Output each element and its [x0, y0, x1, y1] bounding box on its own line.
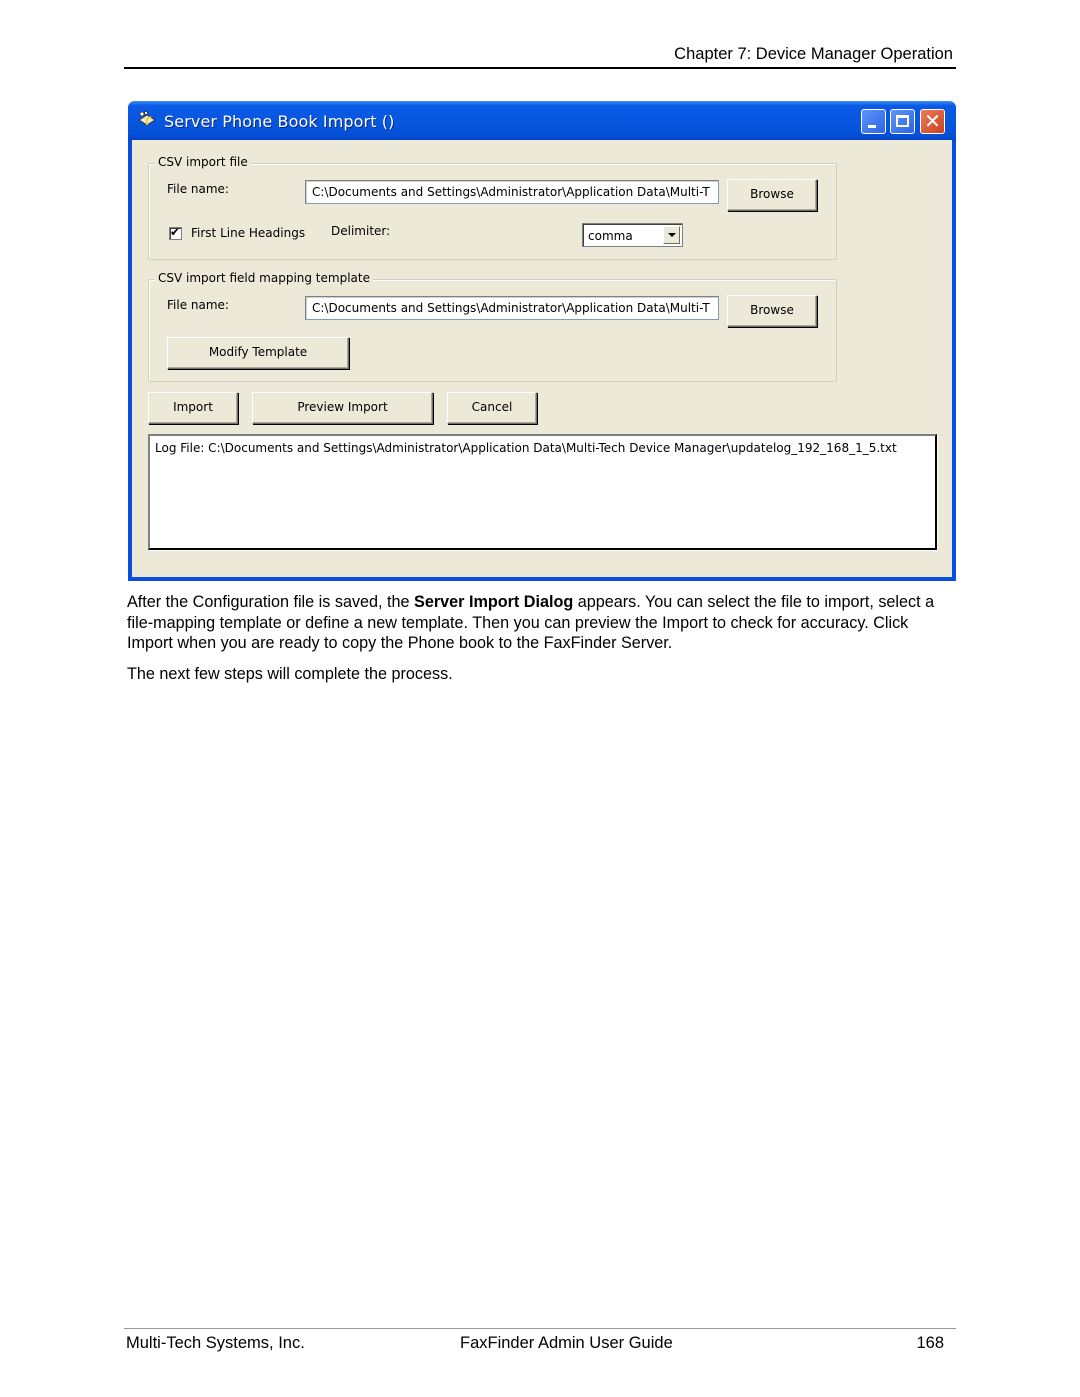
window-title: Server Phone Book Import () [164, 112, 395, 131]
footer-guide-title: FaxFinder Admin User Guide [460, 1334, 673, 1352]
footer-company: Multi-Tech Systems, Inc. [126, 1334, 305, 1352]
template-file-name-input[interactable]: C:\Documents and Settings\Administrator\… [305, 296, 719, 320]
preview-import-button[interactable]: Preview Import [252, 392, 433, 424]
modify-template-button[interactable]: Modify Template [167, 337, 349, 369]
delimiter-select[interactable]: comma [582, 223, 683, 247]
file-name-label: File name: [167, 182, 229, 196]
delimiter-label: Delimiter: [331, 224, 391, 238]
csv-browse-button[interactable]: Browse [727, 179, 817, 211]
delimiter-value: comma [588, 229, 633, 243]
maximize-icon [896, 115, 909, 127]
phone-book-app-icon [138, 111, 156, 126]
page-footer: Multi-Tech Systems, Inc. FaxFinder Admin… [124, 1328, 956, 1352]
dialog-client-area: CSV import file File name: C:\Documents … [132, 140, 952, 577]
csv-import-file-group: CSV import file File name: C:\Documents … [148, 155, 837, 260]
title-bar[interactable]: Server Phone Book Import () ✕ [128, 101, 956, 140]
chevron-down-icon[interactable] [663, 226, 680, 244]
checkmark-icon: ✔ [170, 225, 181, 239]
description-paragraph: After the Configuration file is saved, t… [127, 592, 957, 654]
page-number: 168 [916, 1334, 944, 1352]
page-header: Chapter 7: Device Manager Operation [124, 44, 956, 69]
mapping-template-legend: CSV import field mapping template [155, 271, 373, 285]
description-text-start: After the Configuration file is saved, t… [127, 593, 415, 611]
chapter-title: Chapter 7: Device Manager Operation [674, 45, 953, 63]
close-icon: ✕ [924, 109, 941, 133]
next-steps-paragraph: The next few steps will complete the pro… [127, 665, 453, 683]
minimize-icon [868, 125, 876, 128]
template-file-name-label: File name: [167, 298, 229, 312]
import-button[interactable]: Import [148, 392, 238, 424]
server-phone-book-import-dialog: Server Phone Book Import () ✕ CSV import… [128, 101, 956, 581]
minimize-button[interactable] [861, 109, 886, 134]
csv-file-name-input[interactable]: C:\Documents and Settings\Administrator\… [305, 180, 719, 204]
server-import-dialog-emphasis: Server Import Dialog [414, 593, 574, 611]
csv-import-file-legend: CSV import file [155, 155, 251, 169]
first-line-headings-checkbox[interactable]: ✔ [169, 225, 182, 240]
template-browse-button[interactable]: Browse [727, 295, 817, 327]
cancel-button[interactable]: Cancel [447, 392, 537, 424]
close-button[interactable]: ✕ [920, 109, 945, 134]
mapping-template-group: CSV import field mapping template File n… [148, 271, 837, 382]
first-line-headings-label: First Line Headings [191, 226, 306, 240]
maximize-button[interactable] [890, 109, 915, 134]
log-textarea[interactable]: Log File: C:\Documents and Settings\Admi… [148, 434, 937, 550]
